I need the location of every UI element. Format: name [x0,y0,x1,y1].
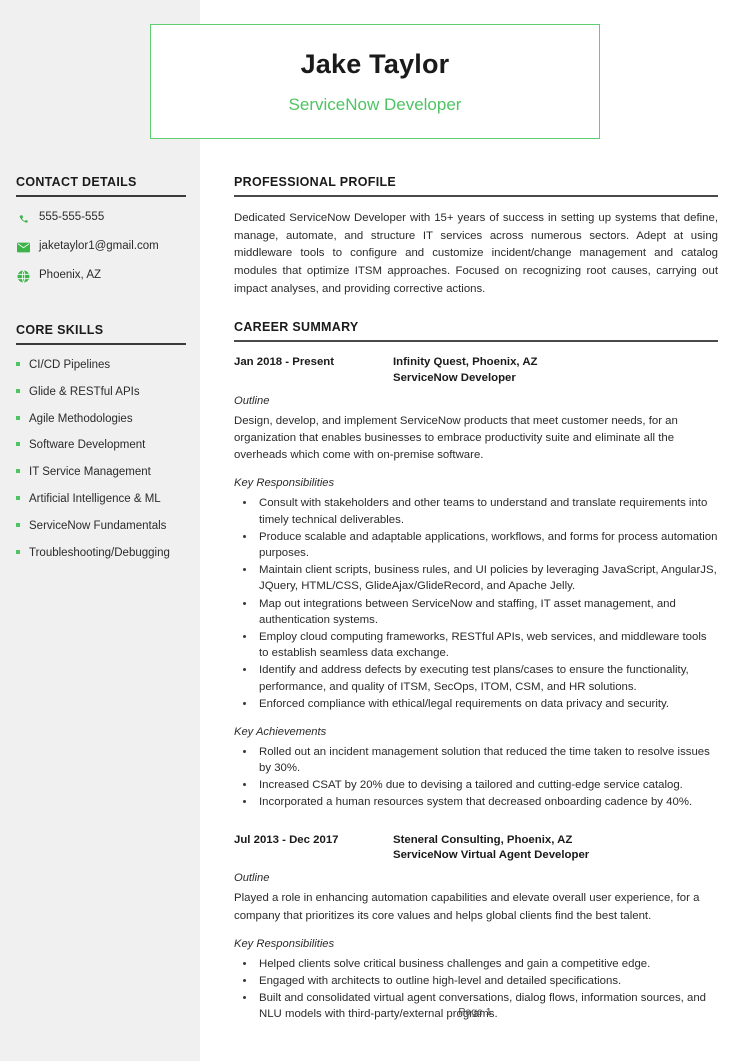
responsibilities-label: Key Responsibilities [234,937,335,950]
professional-profile-section: PROFESSIONAL PROFILE Dedicated ServiceNo… [234,175,718,298]
career-summary-section: CAREER SUMMARY Jan 2018 - Present Infini… [234,320,718,1022]
responsibilities-list: Consult with stakeholders and other team… [234,495,718,711]
contact-row-phone[interactable]: 555-555-555 [16,211,186,225]
contact-phone-value: 555-555-555 [39,211,105,224]
list-item: Engaged with architects to outline high-… [234,973,718,989]
square-bullet-icon [16,495,20,500]
achievements-list: Rolled out an incident management soluti… [234,744,718,811]
contact-row-location[interactable]: Phoenix, AZ [16,269,186,283]
contact-location-value: Phoenix, AZ [39,269,102,282]
job-role: ServiceNow Developer [393,371,516,384]
list-item: Troubleshooting/Debugging [16,547,186,561]
job-role: ServiceNow Virtual Agent Developer [393,849,590,862]
job-dates: Jul 2013 - Dec 2017 [234,833,339,846]
skill-label: CI/CD Pipelines [29,359,111,371]
list-item: CI/CD Pipelines [16,359,186,373]
list-item: Agile Methodologies [16,413,186,427]
job-company: Steneral Consulting, Phoenix, AZ [393,833,573,846]
skill-label: Software Development [29,439,146,452]
career-summary-heading: CAREER SUMMARY [234,320,718,343]
skill-label: Agile Methodologies [29,412,133,425]
header-job-title: ServiceNow Developer [288,94,462,114]
page-footer: Page 1 [458,1006,492,1018]
list-item: Consult with stakeholders and other team… [234,495,718,527]
list-item: Glide & RESTful APIs [16,386,186,400]
job-company: Infinity Quest, Phoenix, AZ [393,356,538,369]
list-item: Incorporated a human resources system th… [234,794,718,810]
resume-header: Jake Taylor ServiceNow Developer [150,24,600,139]
list-item: Map out integrations between ServiceNow … [234,596,718,628]
list-item: ServiceNow Fundamentals [16,520,186,534]
resume-page: Jake Taylor ServiceNow Developer CONTACT… [0,0,750,1061]
job-company-role: Steneral Consulting, Phoenix, AZ Service… [393,833,589,864]
job-header: Jul 2013 - Dec 2017 Steneral Consulting,… [234,833,718,864]
list-item: Software Development [16,439,186,453]
square-bullet-icon [16,362,20,366]
outline-label: Outline [234,872,270,885]
professional-profile-text: Dedicated ServiceNow Developer with 15+ … [234,212,718,295]
list-item: Produce scalable and adaptable applicati… [234,529,718,561]
contact-email-value: jaketaylor1@gmail.com [39,240,159,253]
job-entry: Jul 2013 - Dec 2017 Steneral Consulting,… [234,833,718,1023]
list-item: Employ cloud computing frameworks, RESTf… [234,629,718,661]
list-item: Maintain client scripts, business rules,… [234,562,718,594]
envelope-icon [16,240,31,254]
core-skills-section: CORE SKILLS CI/CD Pipelines Glide & REST… [16,323,186,560]
list-item: Enforced compliance with ethical/legal r… [234,696,718,712]
list-item: IT Service Management [16,466,186,480]
contact-details-section: CONTACT DETAILS 555-555-555 jaketaylor1@… [16,175,186,283]
sidebar: CONTACT DETAILS 555-555-555 jaketaylor1@… [16,175,186,573]
skill-label: ServiceNow Fundamentals [29,519,167,532]
globe-icon [16,269,31,283]
list-item: Increased CSAT by 20% due to devising a … [234,777,718,793]
list-item: Helped clients solve critical business c… [234,956,718,972]
skill-label: Troubleshooting/Debugging [29,546,170,559]
main-content: PROFESSIONAL PROFILE Dedicated ServiceNo… [234,175,718,1034]
job-entry: Jan 2018 - Present Infinity Quest, Phoen… [234,355,718,810]
square-bullet-icon [16,522,20,527]
job-header: Jan 2018 - Present Infinity Quest, Phoen… [234,355,718,386]
square-bullet-icon [16,469,20,474]
skill-label: Glide & RESTful APIs [29,385,140,398]
square-bullet-icon [16,415,20,420]
outline-text: Played a role in enhancing automation ca… [234,892,700,922]
contact-details-heading: CONTACT DETAILS [16,175,186,197]
professional-profile-heading: PROFESSIONAL PROFILE [234,175,718,197]
list-item: Identify and address defects by executin… [234,662,718,694]
list-item: Artificial Intelligence & ML [16,493,186,507]
contact-row-email[interactable]: jaketaylor1@gmail.com [16,240,186,254]
responsibilities-label: Key Responsibilities [234,477,335,490]
job-dates: Jan 2018 - Present [234,356,335,369]
list-item: Rolled out an incident management soluti… [234,744,718,776]
job-company-role: Infinity Quest, Phoenix, AZ ServiceNow D… [393,355,538,386]
skill-label: IT Service Management [29,466,151,479]
page-title: Jake Taylor [300,48,450,79]
square-bullet-icon [16,442,20,447]
skill-label: Artificial Intelligence & ML [29,492,161,505]
outline-text: Design, develop, and implement ServiceNo… [234,415,678,462]
outline-label: Outline [234,395,270,408]
phone-icon [16,211,31,225]
achievements-block: Key Achievements Rolled out an incident … [234,726,718,811]
square-bullet-icon [16,549,20,554]
achievements-label: Key Achievements [234,725,327,738]
core-skills-heading: CORE SKILLS [16,323,186,345]
square-bullet-icon [16,388,20,393]
